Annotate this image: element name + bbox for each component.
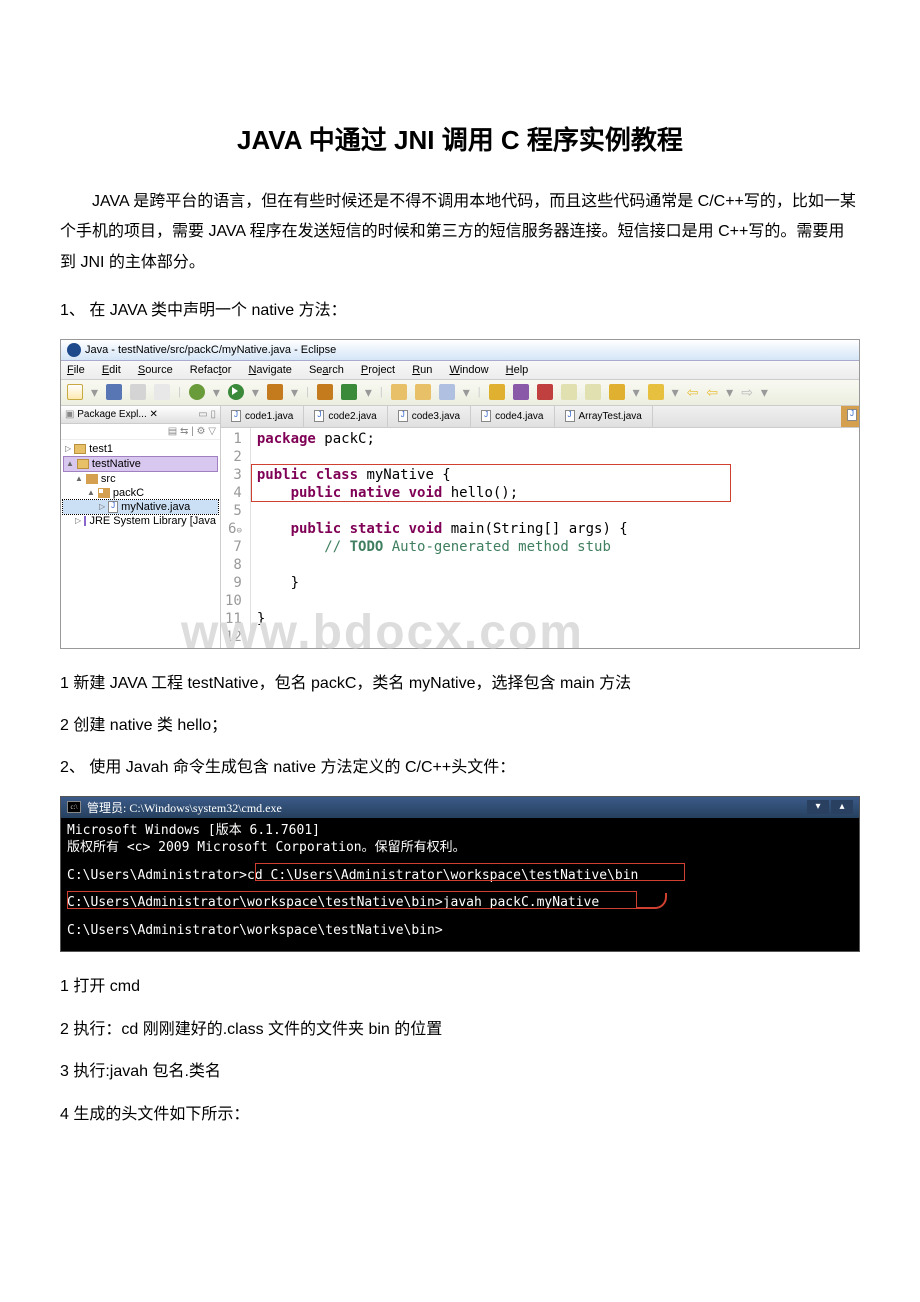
- dropdown-icon[interactable]: ▾: [672, 384, 679, 401]
- openfolder-icon[interactable]: [391, 384, 407, 400]
- cmd-line: C:\Users\Administrator\workspace\testNat…: [67, 922, 853, 940]
- dropdown-icon[interactable]: ▾: [463, 384, 470, 401]
- menu-refactor[interactable]: Refactor: [190, 364, 232, 376]
- run-icon[interactable]: [228, 384, 244, 400]
- task-icon[interactable]: [513, 384, 529, 400]
- pin-icon[interactable]: [648, 384, 664, 400]
- eclipse-screenshot: Java - testNative/src/packC/myNative.jav…: [60, 339, 860, 649]
- print-icon[interactable]: [154, 384, 170, 400]
- tab-code4[interactable]: code4.java: [471, 406, 554, 427]
- extrun-icon[interactable]: [267, 384, 283, 400]
- maximize-button[interactable]: ▴: [831, 800, 853, 814]
- intro-paragraph: JAVA 是跨平台的语言，但在有些时候还是不得不调用本地代码，而且这些代码通常是…: [60, 187, 860, 278]
- cmd-icon: c:\: [67, 801, 81, 813]
- dropdown-icon[interactable]: ▾: [726, 384, 733, 401]
- note-1-1: 1 新建 JAVA 工程 testNative，包名 packC，类名 myNa…: [60, 669, 860, 699]
- dropdown-icon[interactable]: ▾: [213, 384, 220, 401]
- tree-project-test1[interactable]: ▷test1: [63, 442, 218, 456]
- page-title: JAVA 中通过 JNI 调用 C 程序实例教程: [60, 120, 860, 157]
- menu-file[interactable]: File: [67, 364, 85, 376]
- code-content[interactable]: package packC; public class myNative { p…: [251, 428, 634, 648]
- cmd-title-text: 管理员: C:\Windows\system32\cmd.exe: [87, 799, 282, 816]
- dropdown-icon[interactable]: ▾: [633, 384, 640, 401]
- newclass-icon[interactable]: [341, 384, 357, 400]
- arrow-annotation: [637, 893, 667, 909]
- eclipse-titlebar: Java - testNative/src/packC/myNative.jav…: [61, 340, 859, 361]
- tree-java-file[interactable]: ▷myNative.java: [63, 500, 218, 514]
- menu-navigate[interactable]: Navigate: [248, 364, 291, 376]
- step-1: 1、 在 JAVA 类中声明一个 native 方法：: [60, 296, 860, 326]
- back2-icon[interactable]: ⇦: [706, 384, 718, 401]
- note-1-2: 2 创建 native 类 hello；: [60, 711, 860, 741]
- fwd-icon[interactable]: ⇨: [741, 384, 753, 401]
- highlight-class-native: [251, 464, 731, 502]
- eclipse-menubar[interactable]: File Edit Source Refactor Navigate Searc…: [61, 361, 859, 380]
- menu-edit[interactable]: Edit: [102, 364, 121, 376]
- menu-search[interactable]: Search: [309, 364, 344, 376]
- code-editor[interactable]: 123456⊖789101112 package packC; public c…: [221, 428, 859, 648]
- editor-tabs[interactable]: code1.java code2.java code3.java code4.j…: [221, 406, 859, 428]
- tab-code2[interactable]: code2.java: [304, 406, 387, 427]
- dropdown-icon[interactable]: ▾: [761, 384, 768, 401]
- save-icon[interactable]: [106, 384, 122, 400]
- tree-package[interactable]: ▲packC: [63, 486, 218, 500]
- cmd-titlebar: c:\ 管理员: C:\Windows\system32\cmd.exe ▾ ▴: [61, 797, 859, 818]
- eclipse-toolbar[interactable]: ▾ | ▾ ▾ ▾ | ▾ | ▾ | ▾ ▾ ⇦ ⇦▾ ⇨▾: [61, 380, 859, 406]
- note-2-3: 3 执行:javah 包名.类名: [60, 1057, 860, 1087]
- dropdown-icon[interactable]: ▾: [365, 384, 372, 401]
- annotation-icon[interactable]: [561, 384, 577, 400]
- dropdown-icon[interactable]: ▾: [291, 384, 298, 401]
- explorer-toolbar[interactable]: ▤ ⇆ | ⚙ ▽: [61, 424, 220, 440]
- wand-icon[interactable]: [439, 384, 455, 400]
- highlight-cd-path: [255, 863, 685, 881]
- saveall-icon[interactable]: [130, 384, 146, 400]
- side-tab-label[interactable]: Package Expl...: [77, 409, 146, 420]
- menu-source[interactable]: Source: [138, 364, 173, 376]
- tab-code3[interactable]: code3.java: [388, 406, 471, 427]
- cmd-line: 版权所有 <c> 2009 Microsoft Corporation。保留所有…: [67, 839, 853, 857]
- minimize-button[interactable]: ▾: [807, 800, 829, 814]
- tree-src[interactable]: ▲src: [63, 472, 218, 486]
- eclipse-icon: [67, 343, 81, 357]
- annotation2-icon[interactable]: [585, 384, 601, 400]
- tab-arraytest[interactable]: ArrayTest.java: [555, 406, 653, 427]
- note-2-4: 4 生成的头文件如下所示：: [60, 1100, 860, 1130]
- tree-project-testnative[interactable]: ▲testNative: [63, 456, 218, 472]
- menu-project[interactable]: Project: [361, 364, 395, 376]
- note-2-1: 1 打开 cmd: [60, 972, 860, 1002]
- package-explorer[interactable]: ▣ Package Expl... ✕ ▭ ▯ ▤ ⇆ | ⚙ ▽ ▷test1…: [61, 406, 221, 648]
- opentype-icon[interactable]: [415, 384, 431, 400]
- cmd-screenshot: c:\ 管理员: C:\Windows\system32\cmd.exe ▾ ▴…: [60, 796, 860, 953]
- highlight-javah: [67, 891, 637, 909]
- dropdown-icon[interactable]: ▾: [252, 384, 259, 401]
- note-2-2: 2 执行：cd 刚刚建好的.class 文件的文件夹 bin 的位置: [60, 1015, 860, 1045]
- new-icon[interactable]: [67, 384, 83, 400]
- search-icon[interactable]: [489, 384, 505, 400]
- newpkg-icon[interactable]: [317, 384, 333, 400]
- menu-window[interactable]: Window: [449, 364, 488, 376]
- editor-area: code1.java code2.java code3.java code4.j…: [221, 406, 859, 648]
- line-gutter: 123456⊖789101112: [221, 428, 251, 648]
- menu-help[interactable]: Help: [506, 364, 529, 376]
- menu-run[interactable]: Run: [412, 364, 432, 376]
- tab-code1[interactable]: code1.java: [221, 406, 304, 427]
- step-2: 2、 使用 Javah 命令生成包含 native 方法定义的 C/C++头文件…: [60, 753, 860, 783]
- stop-icon[interactable]: [537, 384, 553, 400]
- back-icon[interactable]: ⇦: [687, 384, 699, 401]
- dropdown-icon[interactable]: ▾: [91, 384, 98, 401]
- tab-more-icon[interactable]: [841, 406, 859, 427]
- tree-jre-lib[interactable]: ▷JRE System Library [Java: [63, 514, 218, 528]
- cmd-output: Microsoft Windows [版本 6.1.7601] 版权所有 <c>…: [61, 818, 859, 952]
- nav-icon[interactable]: [609, 384, 625, 400]
- debug-icon[interactable]: [189, 384, 205, 400]
- cmd-line: Microsoft Windows [版本 6.1.7601]: [67, 822, 853, 840]
- eclipse-window-title: Java - testNative/src/packC/myNative.jav…: [85, 344, 336, 356]
